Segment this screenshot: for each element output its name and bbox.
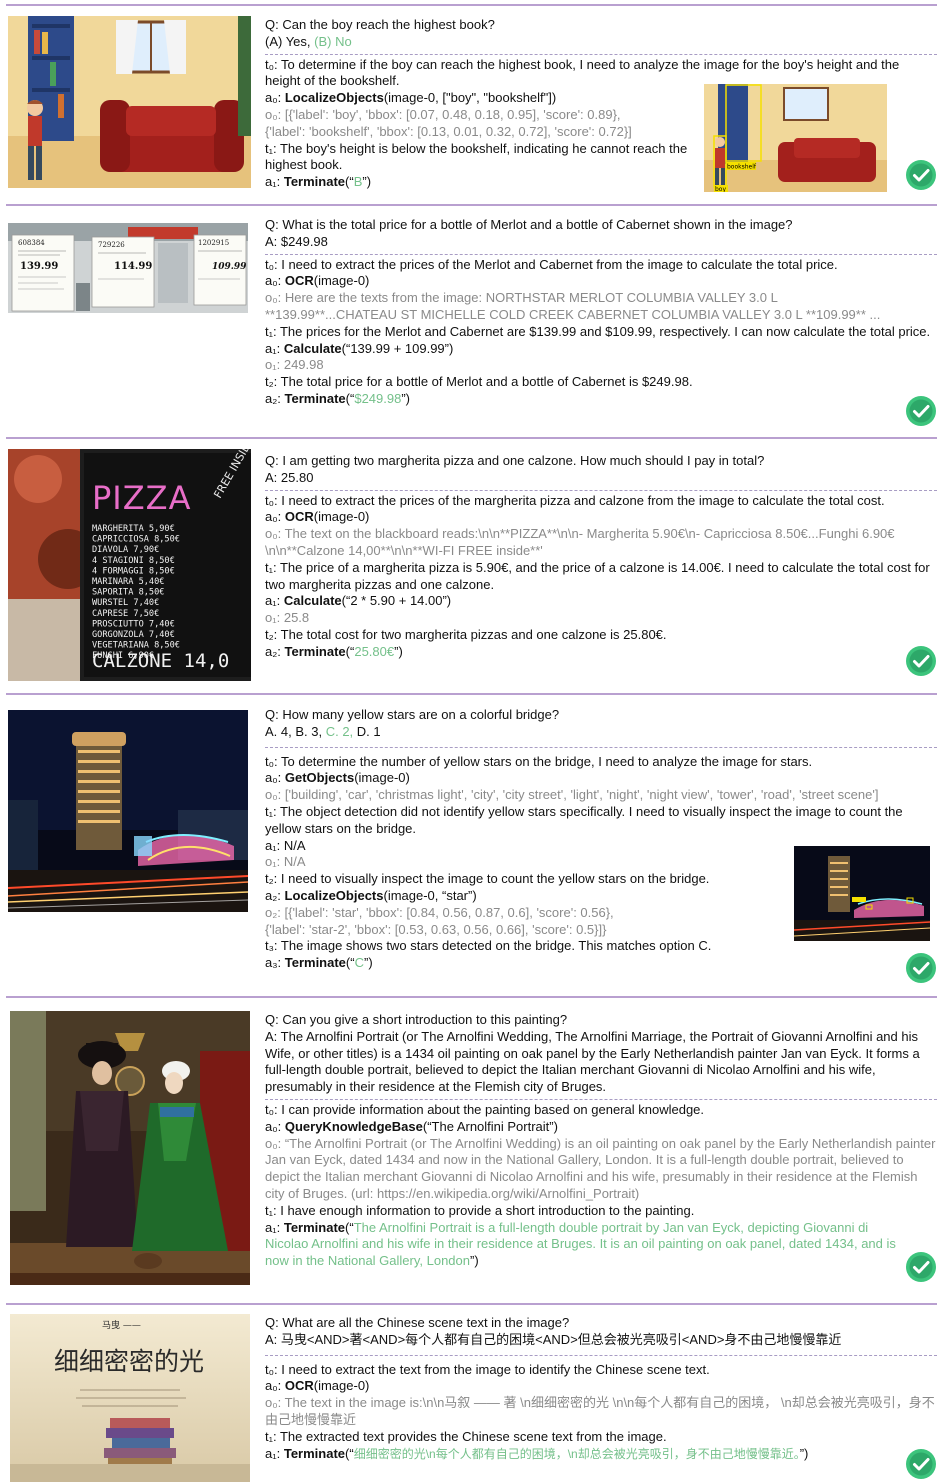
dashed-divider: [265, 489, 937, 491]
book-title: 细细密密的光: [54, 1347, 204, 1376]
board-calzone: CALZONE 14,0: [92, 650, 229, 672]
board-menu-item: 4 STAGIONI 8,50€: [92, 556, 175, 566]
thought-0: t₀: I can provide information about the …: [265, 1101, 705, 1117]
observation-0: o₀: The text in the image is:\n\n马叙 —— 著…: [265, 1395, 935, 1427]
check-icon: [906, 953, 936, 983]
observation-1: o₁: 249.98: [265, 357, 324, 373]
arnolfini-painting-image: [10, 1011, 250, 1285]
observation-0: o₀: The text on the blackboard reads:\n\…: [265, 526, 895, 558]
answer: A. 4, B. 3, C. 2, D. 1: [265, 723, 381, 739]
dashed-divider: [265, 746, 937, 748]
separator: [6, 4, 937, 6]
tag-number-1: 608384: [18, 239, 45, 247]
thought-0: t₀: I need to extract the text from the …: [265, 1361, 710, 1377]
answer: A: The Arnolfini Portrait (or The Arnolf…: [265, 1028, 920, 1095]
question: Q: What are all the Chinese scene text i…: [265, 1315, 570, 1330]
example-3-text: Q: I am getting two margherita pizza and…: [265, 453, 937, 661]
dashed-divider: [265, 253, 937, 255]
example-2-text: Q: What is the total price for a bottle …: [265, 217, 937, 408]
check-icon: [906, 396, 936, 426]
question: Q: Can the boy reach the highest book?: [265, 17, 495, 32]
tag-price-2: 114.99: [114, 261, 152, 272]
observation-0: o₀: “The Arnolfini Portrait (or The Arno…: [265, 1135, 936, 1201]
chinese-book-cover-image: 马曳 —— 细细密密的光: [10, 1314, 250, 1482]
question: Q: I am getting two margherita pizza and…: [265, 453, 765, 468]
observation-0: o₀: ['building', 'car', 'christmas light…: [265, 787, 879, 803]
dashed-divider: [265, 1354, 937, 1356]
board-menu-item: SAPORITA 8,50€: [92, 588, 164, 598]
board-menu-item: MARGHERITA 5,90€: [92, 524, 175, 534]
boy-bookshelf-detection-inset: bookshelf boy: [704, 84, 887, 192]
check-icon: [906, 160, 936, 190]
action-2: a₂: Terminate(“$249.98”): [265, 390, 411, 406]
action-2: a₂: Terminate(“25.80€”): [265, 643, 403, 659]
night-bridge-image: [8, 710, 248, 912]
separator: [6, 1303, 937, 1305]
separator: [6, 693, 937, 695]
board-menu-item: WURSTEL 7,40€: [92, 598, 159, 608]
example-6-text: Q: What are all the Chinese scene text i…: [265, 1315, 937, 1462]
action-0: a₀: QueryKnowledgeBase(“The Arnolfini Po…: [265, 1118, 558, 1134]
dashed-divider: [265, 53, 937, 55]
answer: A: 25.80: [265, 469, 314, 485]
check-icon: [906, 646, 936, 676]
action-1: a₁: Calculate(“2 * 5.90 + 14.00”): [265, 593, 452, 609]
night-bridge-inset: [794, 846, 930, 941]
question: Q: What is the total price for a bottle …: [265, 217, 793, 232]
action-0: a₀: GetObjects(image-0): [265, 770, 410, 786]
board-menu-item: 4 FORMAGGI 8,50€: [92, 566, 175, 576]
board-menu-item: PROSCIUTTO 7,40€: [92, 619, 175, 629]
tag-number-3: 1202915: [198, 239, 229, 247]
action-3: a₃: Terminate(“C”): [265, 955, 373, 971]
observation-1: o₁: 25.8: [265, 610, 310, 626]
action-0: a₀: OCR(image-0): [265, 273, 370, 289]
observation-0-cont: **139.99**...CHATEAU ST MICHELLE COLD CR…: [265, 306, 881, 322]
answer: A: 马曳<AND>著<AND>每个人都有自己的困境<AND>但总会被光亮吸引<…: [265, 1331, 842, 1347]
tag-number-2: 729226: [98, 241, 125, 249]
board-menu-item: MARINARA 5,40€: [92, 577, 164, 587]
board-menu-item: CAPRESE 7,50€: [92, 609, 159, 619]
thought-0: t₀: To determine the number of yellow st…: [265, 753, 813, 769]
board-menu-item: DIAVOLA 7,90€: [92, 545, 159, 555]
thought-2: t₂: The total price for a bottle of Merl…: [265, 374, 693, 390]
observation-0: o₀: Here are the texts from the image: N…: [265, 290, 778, 306]
answer: (A) Yes, (B) No: [265, 33, 352, 49]
separator: [6, 996, 937, 998]
tag-price-1: 139.99: [20, 261, 58, 272]
question: Q: How many yellow stars are on a colorf…: [265, 707, 560, 722]
check-icon: [906, 1449, 936, 1479]
wine-price-tags-image: 608384 139.99 729226 114.99 1202915 109.…: [8, 223, 248, 313]
action-1: a₁: Calculate(“139.99 + 109.99”): [265, 340, 454, 356]
figure-page: Q: Can the boy reach the highest book? (…: [0, 0, 941, 1482]
thought-1: t₁: The object detection did not identif…: [265, 803, 903, 836]
inset-label-boy: boy: [715, 186, 726, 192]
action-1: a₁: Terminate(“The Arnolfini Portrait is…: [265, 1219, 896, 1269]
question: Q: Can you give a short introduction to …: [265, 1012, 568, 1027]
thought-1: t₁: I have enough information to provide…: [265, 1202, 695, 1218]
thought-0: t₀: I need to extract the prices of the …: [265, 492, 885, 508]
pizza-blackboard-image: PIZZA FREE INSIDE MARGHERITA 5,90€ CAPRIC…: [8, 449, 251, 681]
thought-0: t₀: I need to extract the prices of the …: [265, 256, 838, 272]
answer: A: $249.98: [265, 233, 328, 249]
action-0: a₀: OCR(image-0): [265, 509, 370, 525]
book-author: 马曳 ——: [102, 1320, 141, 1331]
board-menu-item: GORGONZOLA 7,40€: [92, 630, 175, 640]
thought-2: t₂: The total cost for two margherita pi…: [265, 626, 667, 642]
separator: [6, 437, 937, 439]
thought-1: t₁: The extracted text provides the Chin…: [265, 1428, 667, 1444]
separator: [6, 204, 937, 206]
boy-bookshelf-image: [8, 16, 251, 188]
thought-1: t₁: The price of a margherita pizza is 5…: [265, 559, 930, 592]
tag-price-3: 109.99: [212, 262, 247, 272]
example-5-text: Q: Can you give a short introduction to …: [265, 1012, 937, 1270]
action-0: a₀: OCR(image-0): [265, 1378, 370, 1394]
board-title: PIZZA: [92, 479, 191, 517]
action-1: a₁: Terminate(“细细密密的光\n每个人都有自己的困境，\n却总会被…: [265, 1445, 809, 1461]
dashed-divider: [265, 1098, 937, 1100]
thought-1: t₁: The boy's height is below the booksh…: [265, 140, 688, 173]
check-icon: [906, 1252, 936, 1282]
inset-label-bookshelf: bookshelf: [727, 164, 757, 171]
board-menu-item: CAPRICCIOSA 8,50€: [92, 535, 180, 545]
thought-1: t₁: The prices for the Merlot and Cabern…: [265, 323, 931, 339]
